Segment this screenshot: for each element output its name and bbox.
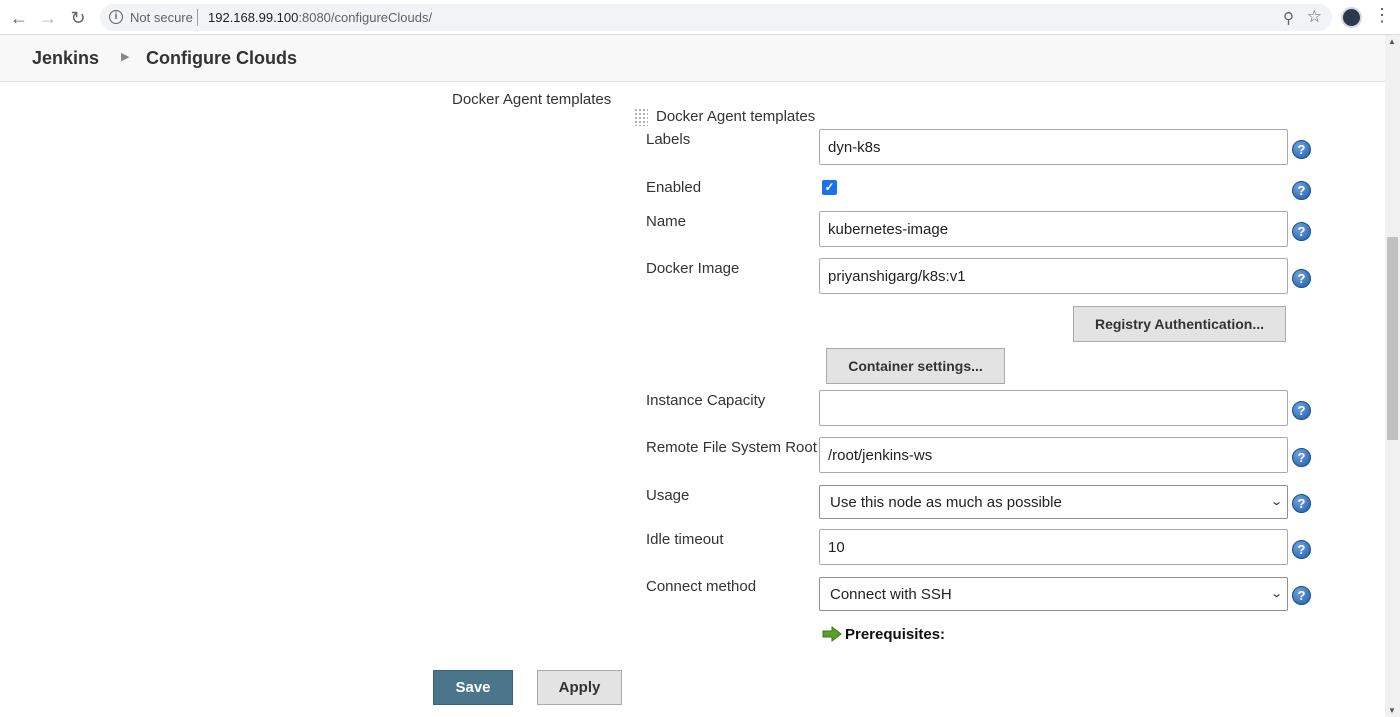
breadcrumb-jenkins[interactable]: Jenkins	[32, 48, 99, 69]
profile-avatar[interactable]	[1341, 7, 1362, 28]
url-path: :8080/configureClouds/	[298, 10, 433, 25]
url-text[interactable]: 192.168.99.100:8080/configureClouds/	[208, 10, 432, 25]
name-input[interactable]	[819, 211, 1288, 247]
divider	[197, 9, 198, 26]
help-icon[interactable]: ?	[1292, 181, 1311, 200]
connect-method-label: Connect method	[646, 578, 757, 595]
scroll-up-icon[interactable]: ▲	[1388, 37, 1396, 46]
instance-capacity-input[interactable]	[819, 390, 1288, 426]
reload-icon[interactable]: ↻	[67, 7, 89, 29]
help-icon[interactable]: ?	[1292, 540, 1311, 559]
help-icon[interactable]: ?	[1292, 448, 1311, 467]
connect-method-selected-value: Connect with SSH	[830, 585, 952, 603]
scroll-down-icon[interactable]: ▼	[1388, 706, 1396, 715]
green-arrow-icon[interactable]	[822, 626, 842, 642]
browser-menu-icon[interactable]: ⋮	[1373, 5, 1391, 26]
help-icon[interactable]: ?	[1292, 401, 1311, 420]
docker-image-input[interactable]	[819, 258, 1288, 294]
instance-capacity-label: Instance Capacity	[646, 392, 766, 409]
block-title: Docker Agent templates	[656, 108, 816, 125]
help-icon[interactable]: ?	[1292, 140, 1311, 159]
container-settings-button[interactable]: Container settings...	[826, 348, 1005, 384]
page-scrollbar[interactable]: ▲ ▼	[1385, 35, 1400, 717]
remote-fs-root-input[interactable]	[819, 437, 1288, 473]
breadcrumb-bar: Jenkins ▶ Configure Clouds	[0, 35, 1385, 82]
help-icon[interactable]: ?	[1292, 494, 1311, 513]
idle-timeout-label: Idle timeout	[646, 531, 724, 548]
labels-label: Labels	[646, 131, 691, 148]
drag-handle-icon[interactable]	[634, 108, 648, 126]
breadcrumb-chevron-icon[interactable]: ▶	[121, 50, 129, 63]
browser-toolbar: ← → ↻ i Not secure 192.168.99.100:8080/c…	[0, 0, 1400, 35]
remote-fs-root-label: Remote File System Root	[646, 439, 817, 456]
labels-input[interactable]	[819, 129, 1288, 165]
usage-label: Usage	[646, 487, 690, 504]
breadcrumb-configure-clouds[interactable]: Configure Clouds	[146, 48, 297, 69]
bottom-action-bar	[0, 652, 1385, 717]
bookmark-star-icon[interactable]: ☆	[1307, 7, 1322, 27]
chevron-down-icon: ⌄	[1269, 588, 1283, 600]
save-button[interactable]: Save	[433, 670, 513, 705]
section-label: Docker Agent templates	[452, 91, 612, 108]
url-host: 192.168.99.100	[208, 10, 299, 25]
docker-image-label: Docker Image	[646, 260, 740, 277]
back-icon[interactable]: ←	[8, 7, 30, 29]
scroll-thumb[interactable]	[1387, 237, 1398, 440]
name-label: Name	[646, 213, 687, 230]
usage-selected-value: Use this node as much as possible	[830, 493, 1062, 511]
connect-method-select[interactable]: Connect with SSH ⌄	[819, 577, 1288, 611]
zoom-icon[interactable]: ⚲	[1283, 9, 1294, 27]
security-status[interactable]: Not secure	[130, 10, 193, 25]
enabled-label: Enabled	[646, 179, 702, 196]
prerequisites-link[interactable]: Prerequisites:	[845, 626, 945, 643]
address-bar[interactable]: i Not secure 192.168.99.100:8080/configu…	[100, 4, 1332, 31]
usage-select[interactable]: Use this node as much as possible ⌄	[819, 485, 1288, 519]
help-icon[interactable]: ?	[1292, 222, 1311, 241]
enabled-checkbox[interactable]: ✓	[822, 180, 837, 195]
forward-icon[interactable]: →	[37, 7, 59, 29]
help-icon[interactable]: ?	[1292, 586, 1311, 605]
help-icon[interactable]: ?	[1292, 269, 1311, 288]
chevron-down-icon: ⌄	[1269, 496, 1283, 508]
info-icon[interactable]: i	[109, 10, 123, 24]
idle-timeout-input[interactable]	[819, 529, 1288, 565]
registry-authentication-button[interactable]: Registry Authentication...	[1073, 306, 1286, 342]
apply-button[interactable]: Apply	[537, 670, 622, 705]
